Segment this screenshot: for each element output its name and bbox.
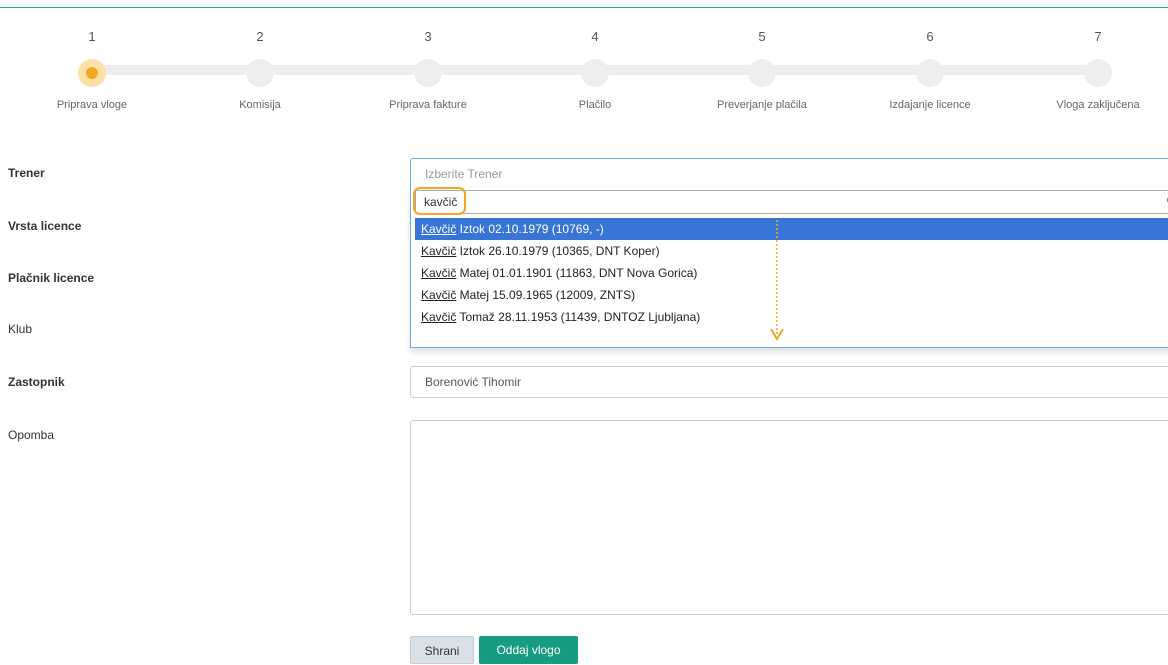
arrow-down-annotation-icon xyxy=(768,218,788,346)
step-6[interactable]: 6 Izdajanje licence xyxy=(865,28,995,111)
step-label: Priprava vloge xyxy=(27,99,157,111)
step-dot xyxy=(1084,59,1112,87)
result-item[interactable]: Kavčič Matej 15.09.1965 (12009, ZNTS) xyxy=(415,284,1168,306)
step-number: 4 xyxy=(530,28,660,46)
step-number: 7 xyxy=(1033,28,1163,46)
step-1[interactable]: 1 Priprava vloge xyxy=(27,28,157,111)
trener-search-box xyxy=(415,190,1168,214)
step-dot xyxy=(581,59,609,87)
step-number: 1 xyxy=(27,28,157,46)
submit-application-button[interactable]: Oddaj vlogo xyxy=(479,636,578,664)
result-match: Kavčič xyxy=(421,266,456,280)
trener-label: Trener xyxy=(8,166,45,180)
result-item[interactable]: Kavčič Iztok 02.10.1979 (10769, -) xyxy=(415,218,1168,240)
step-number: 3 xyxy=(363,28,493,46)
result-match: Kavčič xyxy=(421,222,456,236)
result-item[interactable]: Kavčič Iztok 26.10.1979 (10365, DNT Kope… xyxy=(415,240,1168,262)
trener-results-list: Kavčič Iztok 02.10.1979 (10769, -) Kavči… xyxy=(415,218,1168,328)
result-text: Iztok 02.10.1979 (10769, -) xyxy=(456,222,603,236)
result-text: Matej 01.01.1901 (11863, DNT Nova Gorica… xyxy=(456,266,697,280)
step-dot xyxy=(414,59,442,87)
step-number: 6 xyxy=(865,28,995,46)
result-match: Kavčič xyxy=(421,244,456,258)
progress-stepper: 1 Priprava vloge 2 Komisija 3 Priprava f… xyxy=(0,0,1168,120)
zastopnik-value: Borenović Tihomir xyxy=(425,375,521,389)
trener-dropdown: Kavčič Iztok 02.10.1979 (10769, -) Kavči… xyxy=(410,188,1168,348)
step-4[interactable]: 4 Plačilo xyxy=(530,28,660,111)
result-item[interactable]: Kavčič Matej 01.01.1901 (11863, DNT Nova… xyxy=(415,262,1168,284)
result-match: Kavčič xyxy=(421,310,456,324)
step-dot-active xyxy=(78,59,106,87)
step-2[interactable]: 2 Komisija xyxy=(195,28,325,111)
step-label: Preverjanje plačila xyxy=(697,99,827,111)
step-label: Vloga zaključena xyxy=(1033,99,1163,111)
step-dot xyxy=(916,59,944,87)
trener-select[interactable]: Izberite Trener xyxy=(410,158,1168,190)
zastopnik-select[interactable]: Borenović Tihomir xyxy=(410,366,1168,398)
step-label: Plačilo xyxy=(530,99,660,111)
result-item[interactable]: Kavčič Tomaž 28.11.1953 (11439, DNTOZ Lj… xyxy=(415,306,1168,328)
trener-search-input[interactable] xyxy=(420,192,1128,212)
step-number: 2 xyxy=(195,28,325,46)
step-label: Izdajanje licence xyxy=(865,99,995,111)
opomba-textarea[interactable] xyxy=(410,420,1168,615)
step-dot xyxy=(748,59,776,87)
step-label: Komisija xyxy=(195,99,325,111)
result-text: Matej 15.09.1965 (12009, ZNTS) xyxy=(456,288,635,302)
result-match: Kavčič xyxy=(421,288,456,302)
step-5[interactable]: 5 Preverjanje plačila xyxy=(697,28,827,111)
zastopnik-label: Zastopnik xyxy=(8,375,65,389)
step-number: 5 xyxy=(697,28,827,46)
step-dot xyxy=(246,59,274,87)
opomba-label: Opomba xyxy=(8,428,54,442)
klub-label: Klub xyxy=(8,322,32,336)
save-button[interactable]: Shrani xyxy=(410,636,474,664)
vrsta-licence-label: Vrsta licence xyxy=(8,219,81,233)
step-label: Priprava fakture xyxy=(363,99,493,111)
result-text: Tomaž 28.11.1953 (11439, DNTOZ Ljubljana… xyxy=(456,310,700,324)
result-text: Iztok 26.10.1979 (10365, DNT Koper) xyxy=(456,244,659,258)
step-7[interactable]: 7 Vloga zaključena xyxy=(1033,28,1163,111)
step-3[interactable]: 3 Priprava fakture xyxy=(363,28,493,111)
placnik-licence-label: Plačnik licence xyxy=(8,271,94,285)
